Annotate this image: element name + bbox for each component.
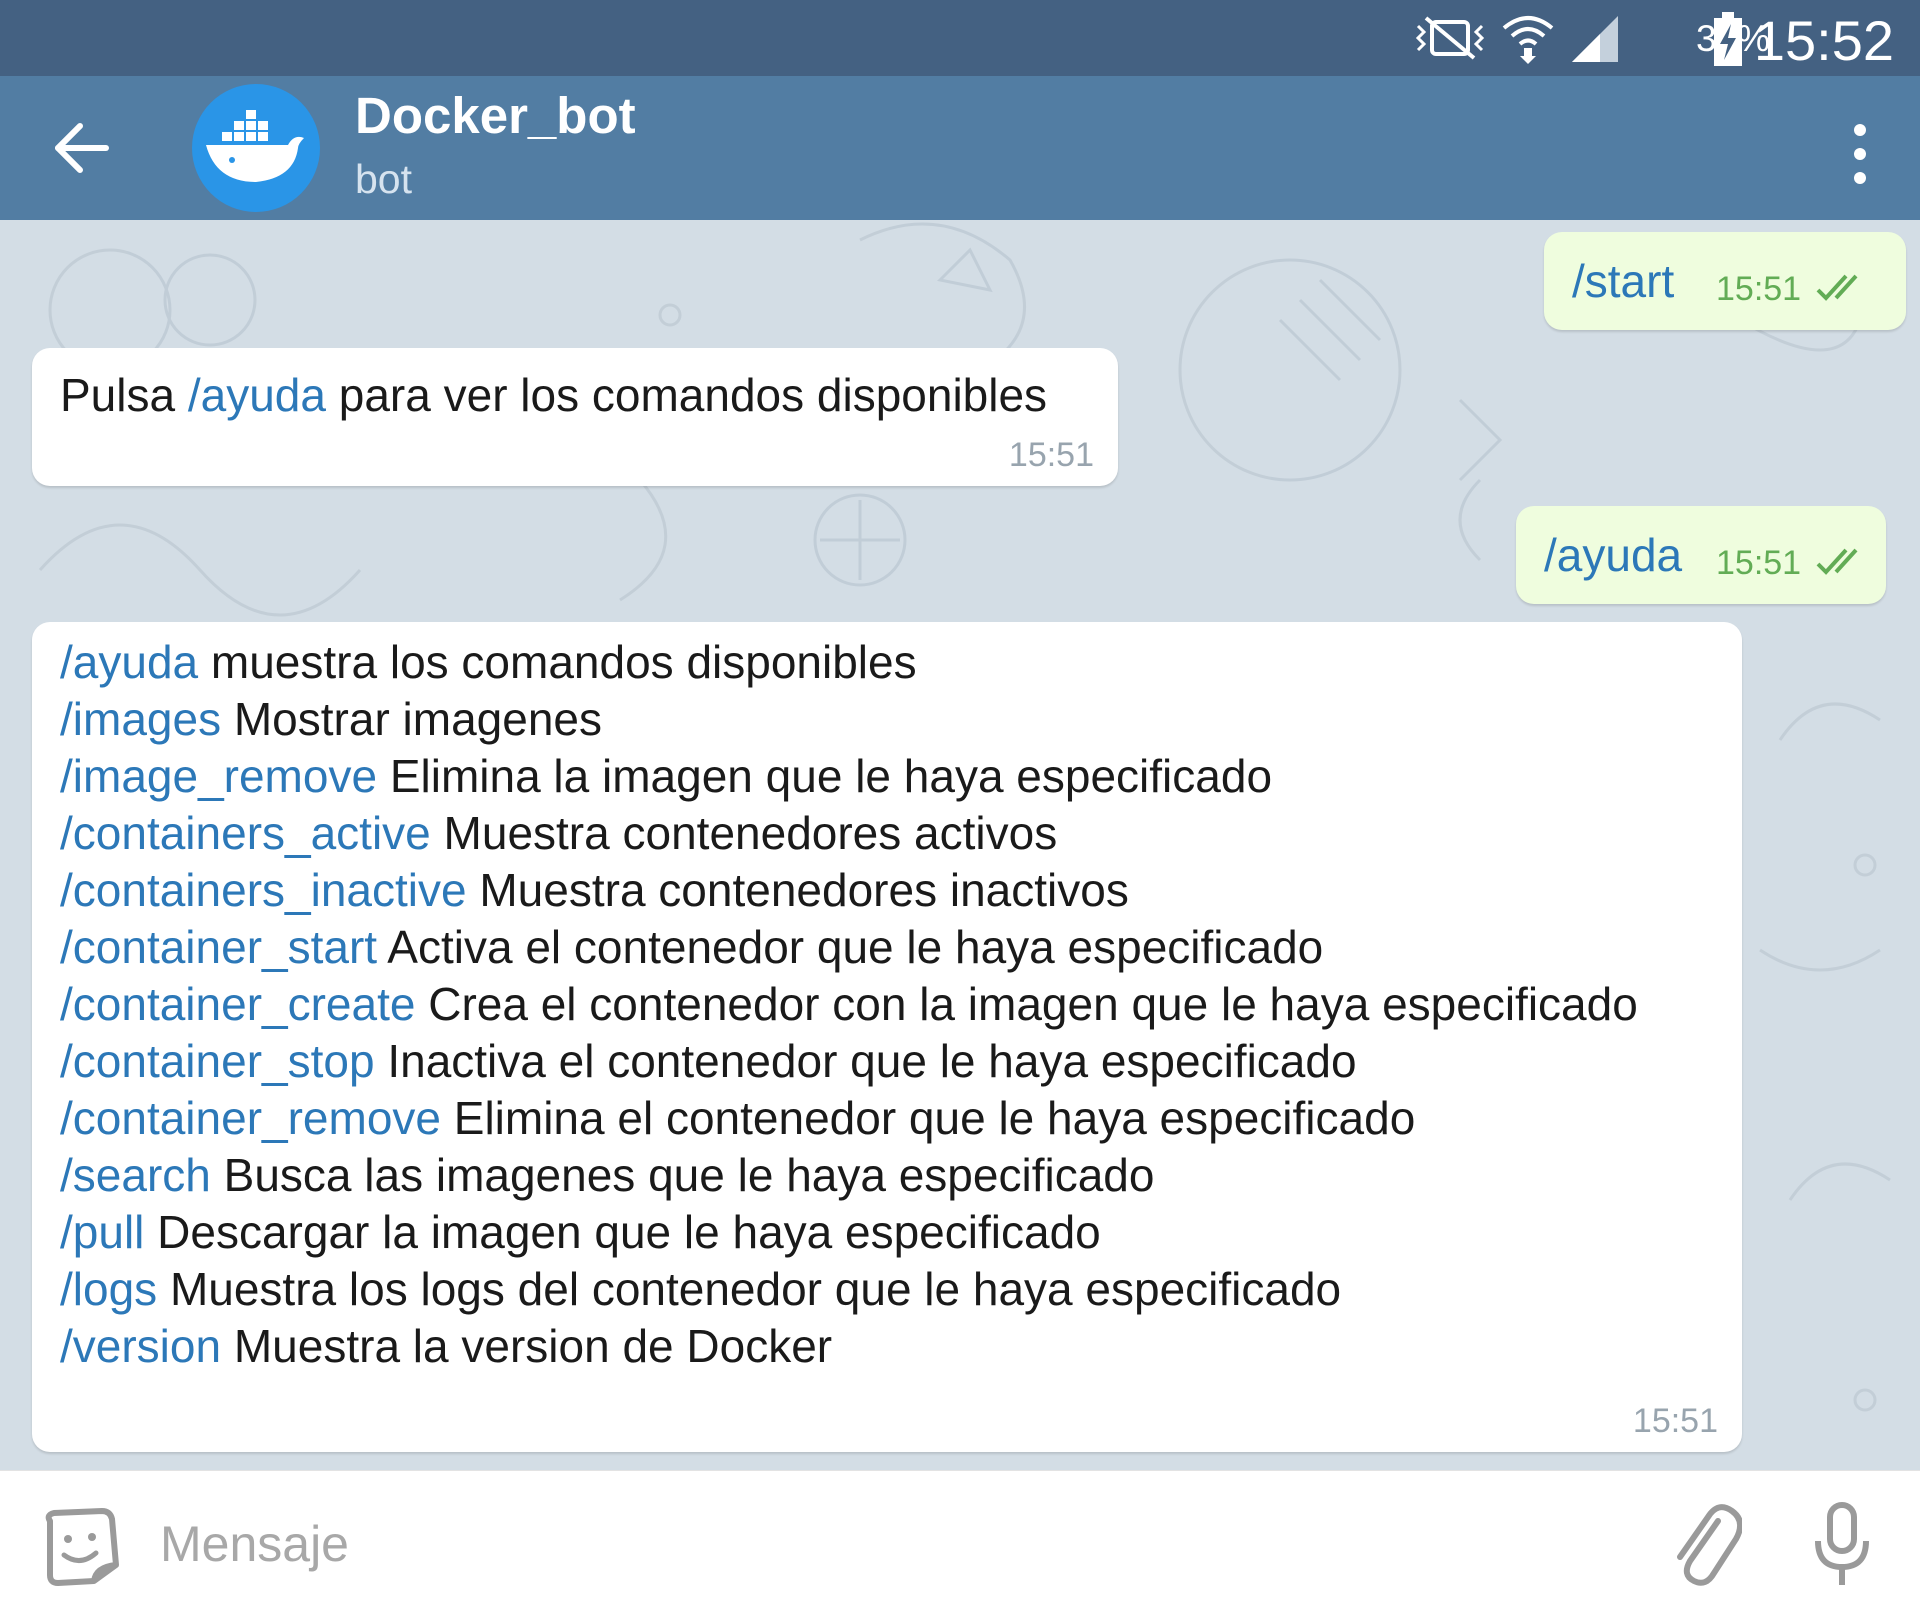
chat-subtitle: bot [355,156,412,202]
command-link[interactable]: /pull [60,1206,144,1258]
chat-title[interactable]: Docker_bot [355,86,636,145]
command-link[interactable]: /container_stop [60,1035,375,1087]
double-check-icon [1816,274,1858,301]
command-line: /container_stop Inactiva el contenedor q… [60,1033,1638,1090]
message-time: 15:51 [1632,1402,1718,1440]
message-text: Pulsa /ayuda para ver los comandos dispo… [60,368,1047,422]
command-description: Descargar la imagen que le haya especifi… [144,1206,1101,1258]
outgoing-message[interactable]: /start 15:51 [1544,232,1906,330]
sticker-icon[interactable] [40,1507,122,1587]
command-line: /logs Muestra los logs del contenedor qu… [60,1261,1638,1318]
command-line: /container_create Crea el contenedor con… [60,976,1638,1033]
command-link[interactable]: /containers_inactive [60,864,467,916]
command-description: Elimina el contenedor que le haya especi… [440,1092,1416,1144]
incoming-message[interactable]: Pulsa /ayuda para ver los comandos dispo… [32,348,1118,486]
command-description: Activa el contenedor que le haya especif… [377,921,1324,973]
command-line: /container_start Activa el contenedor qu… [60,919,1638,976]
chat-header: Docker_bot bot [0,76,1920,220]
command-description: muestra los comandos disponibles [198,636,917,688]
command-link[interactable]: /logs [60,1263,157,1315]
command-link[interactable]: /container_start [60,921,377,973]
message-text-suffix: para ver los comandos disponibles [325,369,1048,421]
double-check-icon [1816,548,1858,575]
message-time: 15:51 [1716,544,1802,582]
command-description: Crea el contenedor con la imagen que le … [415,978,1638,1030]
command-link[interactable]: /images [60,693,221,745]
wifi-icon [1502,16,1554,64]
command-list: /ayuda muestra los comandos disponibles … [60,634,1638,1375]
message-text-prefix: Pulsa [60,369,188,421]
message-time: 15:51 [1716,270,1802,308]
signal-icon [1572,16,1618,62]
command-description: Inactiva el contenedor que le haya espec… [374,1035,1357,1087]
message-time: 15:51 [1008,436,1094,474]
command-line: /images Mostrar imagenes [60,691,1638,748]
command-description: Elimina la imagen que le haya especifica… [377,750,1273,802]
command-description: Mostrar imagenes [221,693,602,745]
command-line: /container_remove Elimina el contenedor … [60,1090,1638,1147]
command-description: Muestra los logs del contenedor que le h… [157,1263,1342,1315]
command-link[interactable]: /container_create [60,978,415,1030]
command-link[interactable]: /search [60,1149,211,1201]
avatar[interactable] [192,84,320,212]
status-bar: 37% 15:52 [0,0,1920,76]
outgoing-message[interactable]: /ayuda 15:51 [1516,506,1886,604]
composer [0,1470,1920,1615]
vibrate-mute-icon [1415,16,1485,60]
paperclip-icon[interactable] [1666,1499,1742,1589]
command-description: Muestra contenedores inactivos [466,864,1129,916]
message-text[interactable]: /ayuda [1544,528,1682,582]
command-line: /ayuda muestra los comandos disponibles [60,634,1638,691]
microphone-icon[interactable] [1810,1501,1874,1591]
incoming-message-command-list[interactable]: /ayuda muestra los comandos disponibles … [32,622,1742,1452]
command-line: /containers_inactive Muestra contenedore… [60,862,1638,919]
command-line: /search Busca las imagenes que le haya e… [60,1147,1638,1204]
command-line: /containers_active Muestra contenedores … [60,805,1638,862]
command-link[interactable]: /container_remove [60,1092,441,1144]
battery-charging-icon [1714,12,1742,66]
command-link[interactable]: /ayuda [188,369,326,421]
command-link[interactable]: /image_remove [60,750,377,802]
command-link[interactable]: /containers_active [60,807,431,859]
docker-whale-icon [206,110,304,182]
message-input[interactable] [158,1507,1562,1581]
message-text[interactable]: /start [1572,254,1674,308]
command-line: /version Muestra la version de Docker [60,1318,1638,1375]
message-list[interactable]: /start 15:51 Pulsa /ayuda para ver los c… [0,220,1920,1470]
command-link[interactable]: /version [60,1320,221,1372]
command-description: Muestra contenedores activos [430,807,1058,859]
command-link[interactable]: /ayuda [60,636,198,688]
command-line: /image_remove Elimina la imagen que le h… [60,748,1638,805]
command-line: /pull Descargar la imagen que le haya es… [60,1204,1638,1261]
arrow-back-icon[interactable] [44,108,124,188]
more-vert-icon[interactable] [1830,112,1890,196]
command-description: Muestra la version de Docker [221,1320,833,1372]
clock: 15:52 [1753,9,1894,72]
command-description: Busca las imagenes que le haya especific… [210,1149,1155,1201]
